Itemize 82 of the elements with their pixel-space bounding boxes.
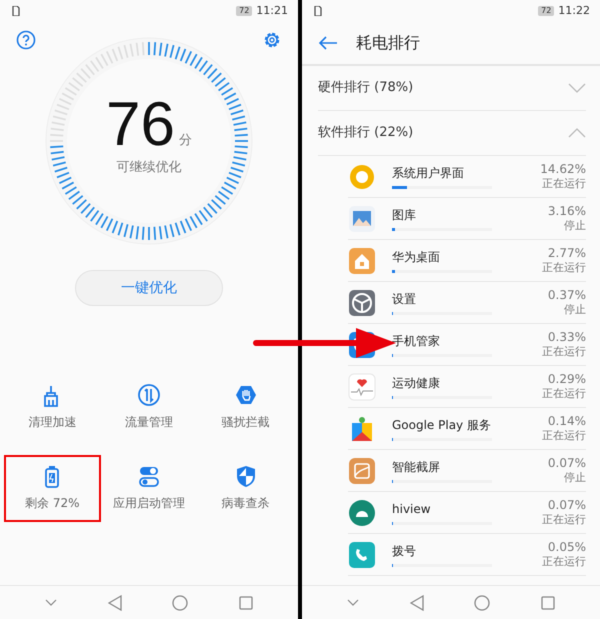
usage-percent: 0.29% — [546, 370, 586, 388]
help-icon[interactable] — [16, 30, 36, 50]
score-caption: 可继续优化 — [116, 159, 182, 177]
usage-percent: 3.16% — [548, 202, 586, 220]
back-icon[interactable] — [108, 594, 122, 610]
back-icon[interactable] — [410, 594, 424, 610]
optimize-button[interactable]: 一键优化 — [75, 270, 223, 306]
app-name: 设置 — [392, 291, 417, 308]
score-unit: 分 — [178, 132, 192, 150]
usage-percent: 0.05% — [546, 538, 586, 556]
usage-percent: 14.62% — [540, 160, 586, 178]
app-name: 拨号 — [392, 543, 417, 560]
usage-percent: 2.77% — [546, 244, 586, 262]
app-status: 正在运行 — [542, 429, 586, 444]
app-status: 正在运行 — [542, 261, 586, 276]
recents-icon[interactable] — [540, 596, 555, 610]
app-status: 正在运行 — [542, 555, 586, 570]
home-icon[interactable] — [474, 594, 490, 610]
app-row[interactable]: hiview 0.07% 正在运行 — [348, 492, 586, 534]
app-row[interactable]: 图库 3.16% 停止 — [348, 198, 586, 240]
shield-icon — [234, 465, 257, 488]
battery-icon: 72 — [538, 6, 554, 16]
app-status: 停止 — [563, 303, 586, 318]
app-row[interactable]: 华为桌面 2.77% 正在运行 — [348, 240, 586, 282]
robot-icon — [348, 498, 376, 526]
app-row[interactable]: Google Play 服务 0.14% 正在运行 — [348, 408, 586, 450]
toggle-switches-icon — [138, 465, 160, 488]
house-icon — [348, 246, 376, 274]
app-name: 智能截屏 — [392, 459, 441, 476]
battery-icon: 72 — [236, 6, 252, 16]
app-status: 正在运行 — [542, 387, 586, 402]
tool-button[interactable]: 清理加速 — [4, 374, 101, 441]
tool-button[interactable]: 病毒查杀 — [197, 455, 294, 522]
back-arrow-icon[interactable] — [318, 35, 338, 51]
sim-card-icon — [314, 6, 322, 16]
app-name: 图库 — [392, 207, 417, 224]
app-name: 运动健康 — [392, 375, 441, 392]
arrows-circle-icon — [138, 384, 160, 407]
settings-icon[interactable] — [262, 30, 282, 50]
section-header[interactable]: 软件排行 (22%) — [318, 111, 586, 156]
score-value: 76 — [106, 94, 175, 156]
sim-card-icon — [12, 6, 20, 16]
section-header[interactable]: 硬件排行 (78%) — [318, 66, 586, 111]
tool-button[interactable]: 剩余 72% — [4, 455, 101, 522]
section-label: 软件排行 (22%) — [318, 124, 414, 142]
picture-frame-icon — [348, 456, 376, 484]
home-icon[interactable] — [172, 594, 188, 610]
app-row[interactable]: 智能截屏 0.07% 停止 — [348, 450, 586, 492]
app-name: 系统用户界面 — [392, 165, 465, 182]
tool-button[interactable]: 骚扰拦截 — [197, 374, 294, 441]
tool-button[interactable]: 应用启动管理 — [100, 455, 198, 522]
recents-icon[interactable] — [238, 596, 253, 610]
gallery-icon — [348, 204, 376, 232]
chevron-down-icon[interactable] — [347, 598, 360, 606]
usage-percent: 0.37% — [548, 286, 586, 304]
app-name: hiview — [392, 501, 432, 518]
app-name: Google Play 服务 — [392, 417, 492, 434]
steering-wheel-icon — [348, 288, 376, 316]
tool-button[interactable]: 流量管理 — [100, 374, 198, 441]
status-time: 11:21 — [256, 2, 288, 19]
usage-percent: 0.33% — [546, 328, 586, 346]
app-name: 手机管家 — [392, 333, 441, 350]
app-status: 正在运行 — [542, 513, 586, 528]
page-title: 耗电排行 — [356, 32, 420, 54]
phone-icon — [348, 540, 376, 568]
app-row[interactable]: 拨号 0.05% 正在运行 — [348, 534, 586, 576]
app-icon — [348, 162, 376, 190]
usage-percent: 0.07% — [548, 454, 586, 472]
app-row[interactable]: 运动健康 0.29% 正在运行 — [348, 366, 586, 408]
chevron-down-icon[interactable] — [45, 598, 58, 606]
app-status: 正在运行 — [542, 345, 586, 360]
app-row[interactable]: 设置 0.37% 停止 — [348, 282, 586, 324]
app-status: 正在运行 — [541, 177, 586, 192]
usage-percent: 0.07% — [546, 496, 586, 514]
section-label: 硬件排行 (78%) — [318, 79, 414, 98]
app-name: 华为桌面 — [392, 249, 441, 266]
app-status: 停止 — [563, 219, 586, 234]
status-time: 11:22 — [558, 2, 590, 19]
usage-percent: 0.14% — [546, 412, 586, 430]
app-status: 停止 — [563, 471, 586, 486]
app-row[interactable]: 系统用户界面 14.62% 正在运行 — [348, 156, 586, 198]
hand-icon — [234, 384, 257, 407]
